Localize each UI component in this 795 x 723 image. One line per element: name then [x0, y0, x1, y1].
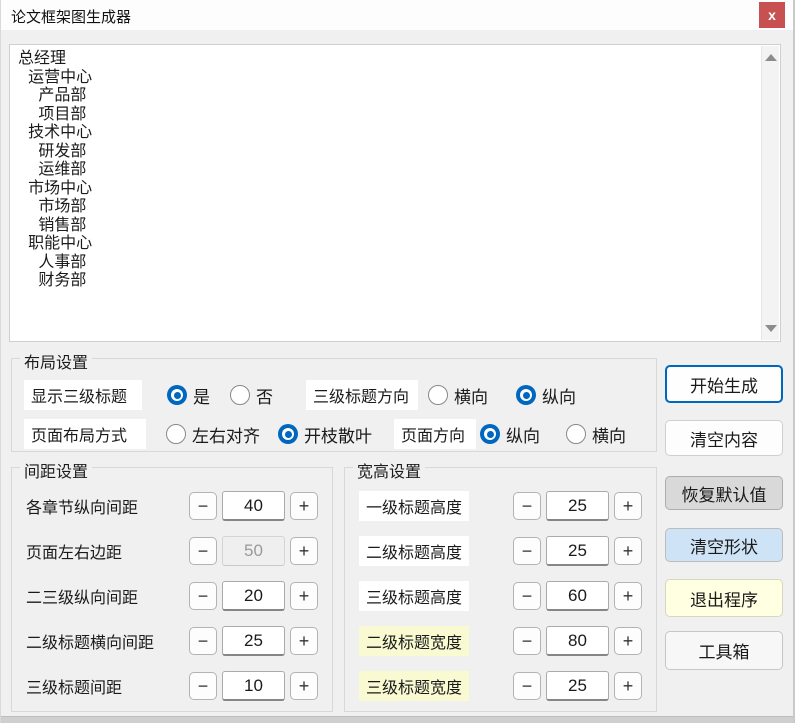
spin-row-label-highlighted: 三级标题宽度: [359, 671, 469, 701]
clear-shapes-button[interactable]: 清空形状: [665, 528, 783, 562]
minus-button[interactable]: −: [513, 492, 541, 520]
value-input[interactable]: 40: [222, 491, 285, 521]
group-spacing-title: 间距设置: [20, 458, 92, 482]
radio-off-icon: [566, 424, 586, 444]
spin-row-label: 三级标题高度: [359, 581, 469, 611]
minus-button[interactable]: −: [513, 537, 541, 565]
plus-button[interactable]: +: [290, 627, 318, 655]
minus-button[interactable]: −: [189, 672, 217, 700]
radio-page-dir-horizontal[interactable]: 横向: [566, 422, 626, 447]
spin-row: 二三级纵向间距 − 20 +: [26, 581, 318, 611]
minus-button[interactable]: −: [189, 582, 217, 610]
label-show-l3: 显示三级标题: [24, 380, 142, 410]
app-window: 论文框架图生成器 x 总经理 运营中心 产品部 项目部 技术中心 研发部 运维部…: [0, 0, 795, 723]
spin-row: 二级标题横向间距 − 25 +: [26, 626, 318, 656]
value-input[interactable]: 60: [546, 581, 609, 611]
radio-page-layout-align[interactable]: 左右对齐: [166, 422, 260, 447]
radio-off-icon: [166, 424, 186, 444]
value-input[interactable]: 25: [222, 626, 285, 656]
plus-button[interactable]: +: [290, 537, 318, 565]
exit-button[interactable]: 退出程序: [665, 579, 783, 617]
editor-scrollbar[interactable]: [761, 46, 779, 340]
scroll-down-icon[interactable]: [765, 325, 777, 332]
clear-content-button[interactable]: 清空内容: [665, 420, 783, 456]
plus-button[interactable]: +: [614, 492, 642, 520]
value-input[interactable]: 10: [222, 671, 285, 701]
minus-button[interactable]: −: [189, 627, 217, 655]
scroll-up-icon[interactable]: [765, 54, 777, 61]
group-spacing-settings: 间距设置 各章节纵向间距 − 40 + 页面左右边距 − 50 + 二三级纵向间…: [11, 467, 333, 712]
group-size-settings: 宽高设置 一级标题高度 − 25 + 二级标题高度 − 25 + 三级标题高度 …: [344, 467, 657, 712]
plus-button[interactable]: +: [614, 537, 642, 565]
structure-textarea[interactable]: 总经理 运营中心 产品部 项目部 技术中心 研发部 运维部 市场中心 市场部 销…: [9, 44, 781, 342]
spin-row-label: 二级标题高度: [359, 536, 469, 566]
plus-button[interactable]: +: [614, 582, 642, 610]
label-l3-direction: 三级标题方向: [306, 380, 418, 410]
spin-row-label: 二级标题横向间距: [26, 629, 189, 653]
spin-row-label-highlighted: 二级标题宽度: [359, 626, 469, 656]
minus-button[interactable]: −: [513, 672, 541, 700]
radio-on-icon: [278, 424, 298, 444]
radio-page-dir-vertical[interactable]: 纵向: [480, 422, 540, 447]
radio-on-icon: [480, 424, 500, 444]
generate-button[interactable]: 开始生成: [665, 365, 783, 403]
label-page-layout: 页面布局方式: [24, 419, 146, 449]
spin-row: 三级标题高度 − 60 +: [359, 581, 642, 611]
title-bar: 论文框架图生成器 x: [1, 0, 793, 30]
minus-button[interactable]: −: [189, 492, 217, 520]
spin-row-label: 页面左右边距: [26, 539, 189, 563]
label-page-direction: 页面方向: [394, 419, 476, 449]
radio-show-l3-no[interactable]: 否: [230, 383, 273, 408]
close-button[interactable]: x: [759, 2, 785, 28]
value-input[interactable]: 25: [546, 671, 609, 701]
layout-row-1: 显示三级标题 是 否 三级标题方向 横向 纵向: [24, 380, 650, 410]
window-title: 论文框架图生成器: [11, 6, 131, 27]
spin-row-label: 一级标题高度: [359, 491, 469, 521]
group-layout-settings: 布局设置 显示三级标题 是 否 三级标题方向 横向 纵向 页面布局方式: [11, 358, 657, 452]
window-bottom-edge: [1, 716, 793, 723]
radio-on-icon: [516, 385, 536, 405]
plus-button[interactable]: +: [290, 582, 318, 610]
spin-row: 二级标题宽度 − 80 +: [359, 626, 642, 656]
value-input[interactable]: 20: [222, 581, 285, 611]
minus-button[interactable]: −: [513, 582, 541, 610]
spin-row: 页面左右边距 − 50 +: [26, 536, 318, 566]
radio-show-l3-yes[interactable]: 是: [167, 383, 210, 408]
spin-row-label: 二三级纵向间距: [26, 584, 189, 608]
value-input[interactable]: 25: [546, 536, 609, 566]
toolbox-button[interactable]: 工具箱: [665, 631, 783, 670]
spin-row: 二级标题高度 − 25 +: [359, 536, 642, 566]
value-input[interactable]: 25: [546, 491, 609, 521]
value-input: 50: [222, 536, 285, 566]
restore-defaults-button[interactable]: 恢复默认值: [665, 476, 783, 510]
radio-on-icon: [167, 385, 187, 405]
spin-row-label: 三级标题间距: [26, 674, 189, 698]
spin-row: 三级标题间距 − 10 +: [26, 671, 318, 701]
radio-off-icon: [230, 385, 250, 405]
spin-row-label: 各章节纵向间距: [26, 494, 189, 518]
minus-button[interactable]: −: [189, 537, 217, 565]
radio-l3-dir-vertical[interactable]: 纵向: [516, 383, 576, 408]
structure-text: 总经理 运营中心 产品部 项目部 技术中心 研发部 运维部 市场中心 市场部 销…: [18, 49, 758, 339]
group-size-title: 宽高设置: [353, 458, 425, 482]
plus-button[interactable]: +: [614, 672, 642, 700]
radio-page-layout-spread[interactable]: 开枝散叶: [278, 422, 372, 447]
radio-off-icon: [428, 385, 448, 405]
layout-row-2: 页面布局方式 左右对齐 开枝散叶 页面方向 纵向 横向: [24, 419, 650, 449]
minus-button[interactable]: −: [513, 627, 541, 655]
plus-button[interactable]: +: [290, 492, 318, 520]
spin-row: 三级标题宽度 − 25 +: [359, 671, 642, 701]
plus-button[interactable]: +: [290, 672, 318, 700]
spin-row: 一级标题高度 − 25 +: [359, 491, 642, 521]
spin-row: 各章节纵向间距 − 40 +: [26, 491, 318, 521]
group-layout-title: 布局设置: [20, 349, 92, 373]
plus-button[interactable]: +: [614, 627, 642, 655]
radio-l3-dir-horizontal[interactable]: 横向: [428, 383, 488, 408]
value-input[interactable]: 80: [546, 626, 609, 656]
